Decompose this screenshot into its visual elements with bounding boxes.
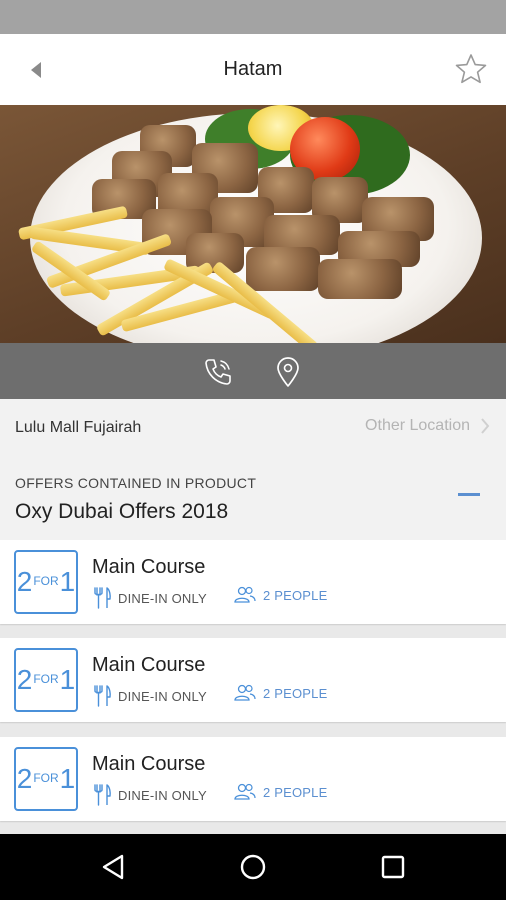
- nav-recents-icon: [381, 855, 405, 879]
- offer-list: 2 FOR 1 Main Course DINE-IN ONLY 2 PEOPL…: [0, 540, 506, 834]
- offer-name: Main Course: [92, 556, 206, 578]
- nav-recents-button[interactable]: [377, 851, 409, 883]
- people-icon: [234, 684, 256, 701]
- people-label: 2 PEOPLE: [263, 587, 328, 603]
- people-label: 2 PEOPLE: [263, 784, 328, 800]
- offer-card[interactable]: 2 FOR 1 Main Course DINE-IN ONLY 2 PEOPL…: [0, 540, 506, 624]
- page-title: Hatam: [223, 58, 283, 80]
- cutlery-icon: [94, 784, 111, 806]
- other-location-link[interactable]: Other Location: [365, 417, 490, 435]
- location-name: Lulu Mall Fujairah: [15, 419, 142, 436]
- offers-caption: OFFERS CONTAINED IN PRODUCT: [15, 475, 257, 491]
- offer-card[interactable]: 2 FOR 1 Main Course DINE-IN ONLY 2 PEOPL…: [0, 737, 506, 821]
- badge-number: 2: [16, 763, 33, 794]
- dine-in-tag: DINE-IN ONLY: [94, 783, 207, 807]
- people-icon: [234, 586, 256, 603]
- favorite-button[interactable]: [454, 52, 488, 86]
- star-icon: [455, 54, 487, 84]
- location-row: Lulu Mall Fujairah Other Location: [0, 399, 506, 457]
- dine-in-label: DINE-IN ONLY: [118, 688, 207, 704]
- badge-number: 1: [59, 566, 76, 597]
- badge-number: 1: [59, 664, 76, 695]
- two-for-one-badge: 2 FOR 1: [14, 747, 78, 811]
- nav-home-icon: [240, 854, 266, 880]
- call-button[interactable]: [201, 355, 235, 389]
- kebab-piece: [246, 247, 320, 291]
- badge-word: FOR: [33, 672, 59, 686]
- food-photo-gallery[interactable]: [0, 105, 506, 343]
- badge-number: 1: [59, 763, 76, 794]
- offers-section-header: OFFERS CONTAINED IN PRODUCT Oxy Dubai Of…: [0, 457, 506, 540]
- badge-word: FOR: [33, 771, 59, 785]
- dine-in-tag: DINE-IN ONLY: [94, 586, 207, 610]
- badge-number: 2: [16, 664, 33, 695]
- people-tag: 2 PEOPLE: [233, 586, 327, 604]
- dine-in-label: DINE-IN ONLY: [118, 787, 207, 803]
- dine-in-label: DINE-IN ONLY: [118, 590, 207, 606]
- nav-home-button[interactable]: [237, 851, 269, 883]
- people-label: 2 PEOPLE: [263, 685, 328, 701]
- system-nav-bar: [0, 834, 506, 900]
- other-location-label: Other Location: [365, 417, 470, 434]
- dine-in-tag: DINE-IN ONLY: [94, 684, 207, 708]
- cutlery-icon: [94, 685, 111, 707]
- offers-title: Oxy Dubai Offers 2018: [15, 500, 229, 523]
- nav-back-button[interactable]: [98, 851, 130, 883]
- contact-action-bar: [0, 343, 506, 399]
- two-for-one-badge: 2 FOR 1: [14, 648, 78, 712]
- offer-name: Main Course: [92, 753, 206, 775]
- chevron-right-icon: [481, 418, 490, 434]
- status-bar: [0, 0, 506, 34]
- cutlery-icon: [94, 587, 111, 609]
- people-tag: 2 PEOPLE: [233, 783, 327, 801]
- offer-card[interactable]: 2 FOR 1 Main Course DINE-IN ONLY 2 PEOPL…: [0, 638, 506, 722]
- people-icon: [234, 783, 256, 800]
- badge-number: 2: [16, 566, 33, 597]
- people-tag: 2 PEOPLE: [233, 684, 327, 702]
- offer-name: Main Course: [92, 654, 206, 676]
- two-for-one-badge: 2 FOR 1: [14, 550, 78, 614]
- top-app-bar: Hatam: [0, 34, 506, 105]
- nav-back-icon: [102, 854, 124, 880]
- map-button[interactable]: [271, 355, 305, 389]
- map-pin-icon: [277, 357, 299, 387]
- badge-word: FOR: [33, 574, 59, 588]
- kebab-piece: [318, 259, 402, 299]
- phone-icon: [205, 359, 231, 385]
- collapse-button[interactable]: [458, 493, 480, 496]
